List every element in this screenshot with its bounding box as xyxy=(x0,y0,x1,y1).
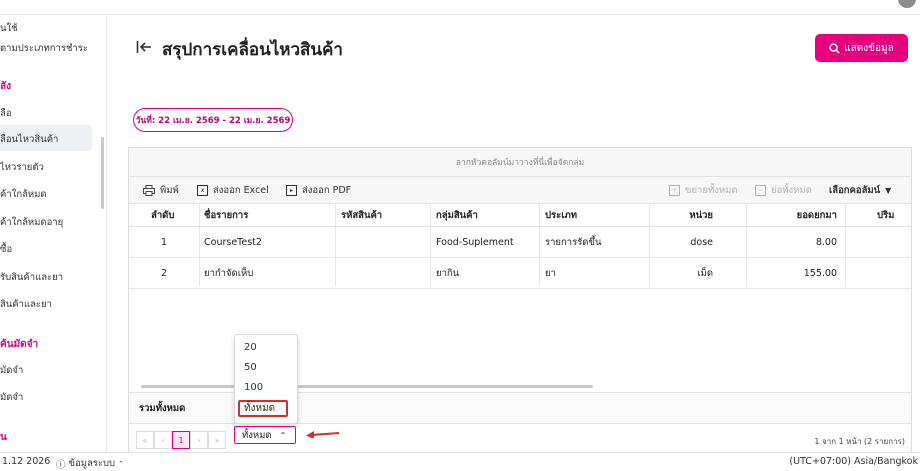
table-row[interactable]: 1 CourseTest2 Food-Suplement รายการรัดขึ… xyxy=(129,227,911,258)
pdf-icon: ▸ xyxy=(286,185,297,196)
version-text: 1.12 2026 xyxy=(2,456,51,467)
page-size-option[interactable]: 20 xyxy=(244,342,257,353)
caret-down-icon: ▼ xyxy=(885,186,892,195)
column-divider xyxy=(845,204,846,286)
export-excel-label: ส่งออก Excel xyxy=(213,185,269,196)
sidebar: นใช้ ตามประเภทการชำระ ลัง ลือ ลื่อนไหวสิ… xyxy=(0,15,107,452)
sidebar-item-active[interactable]: ลื่อนไหวสินค้า xyxy=(0,132,58,147)
system-info-link[interactable]: ⓘ ข้อมูลระบบ ⌃ xyxy=(56,456,124,471)
expand-all-button[interactable]: + ขยายทั้งหมด xyxy=(669,183,738,198)
cell-type: ยา xyxy=(545,267,556,279)
total-label: รวมทั้งหมด xyxy=(139,402,186,414)
expand-all-label: ขยายทั้งหมด xyxy=(685,185,738,196)
print-button[interactable]: พิมพ์ xyxy=(143,183,179,198)
cell-carried: 8.00 xyxy=(815,236,837,248)
sidebar-item[interactable]: สินค้าและยา xyxy=(0,297,52,312)
page-size-option[interactable]: 50 xyxy=(244,362,257,373)
column-header[interactable]: รหัสสินค้า xyxy=(341,204,382,226)
sidebar-item[interactable]: นใช้ xyxy=(0,21,18,36)
page-size-value: ทั้งหมด xyxy=(242,429,272,441)
chevron-up-icon: ⌃ xyxy=(118,459,124,468)
cell-no: 2 xyxy=(160,267,168,279)
column-header[interactable]: ลำดับ xyxy=(151,204,174,226)
export-pdf-label: ส่งออก PDF xyxy=(302,185,352,196)
date-range-filter[interactable]: วันที่: 22 เม.ย. 2569 - 22 เม.ย. 2569 xyxy=(133,108,293,132)
top-bar xyxy=(0,0,920,15)
export-pdf-button[interactable]: ▸ ส่งออก PDF xyxy=(286,183,351,198)
page-size-select[interactable]: ทั้งหมด ⌃ xyxy=(234,426,296,444)
show-data-label: แสดงข้อมูล xyxy=(844,42,894,54)
sidebar-section-title: น xyxy=(0,432,7,443)
page-size-dropdown: 20 50 100 ทั้งหมด xyxy=(234,334,298,424)
column-divider xyxy=(649,204,650,286)
avatar[interactable] xyxy=(898,0,916,8)
cell-group: Food-Suplement xyxy=(436,236,514,248)
page-number-button[interactable]: 1 xyxy=(172,431,190,449)
cell-name: CourseTest2 xyxy=(204,236,262,248)
sidebar-item[interactable]: มัดจำ xyxy=(0,363,23,378)
collapse-all-label: ย่อทั้งหมด xyxy=(771,185,812,196)
system-info-label: ข้อมูลระบบ xyxy=(68,458,116,469)
sidebar-item[interactable]: ซื้อ xyxy=(0,242,12,257)
chevron-up-icon: ⌃ xyxy=(279,430,287,440)
cell-carried: 155.00 xyxy=(803,267,837,279)
status-bar: 1.12 2026 ⓘ ข้อมูลระบบ ⌃ (UTC+07:00) Asi… xyxy=(0,452,920,471)
sidebar-item[interactable]: ลือ xyxy=(0,106,12,121)
timezone-text: (UTC+07:00) Asia/Bangkok xyxy=(789,456,918,467)
search-icon xyxy=(829,42,840,54)
cell-group: ยากิน xyxy=(436,267,460,279)
column-header[interactable]: หน่วย xyxy=(649,204,713,226)
printer-icon xyxy=(143,185,155,196)
column-header[interactable]: กลุ่มสินค้า xyxy=(436,204,478,226)
expand-icon: + xyxy=(669,185,680,196)
sidebar-scrollbar[interactable] xyxy=(101,137,104,209)
column-divider xyxy=(539,204,540,286)
annotation-arrow-icon xyxy=(306,431,340,438)
column-divider xyxy=(746,204,747,286)
column-divider xyxy=(335,204,336,286)
info-icon: ⓘ xyxy=(56,459,66,471)
page-size-option[interactable]: 100 xyxy=(244,382,263,393)
column-header[interactable]: ชื่อรายการ xyxy=(204,204,248,226)
column-divider xyxy=(430,204,431,286)
excel-icon: x xyxy=(197,185,208,196)
prev-page-icon[interactable]: ‹ xyxy=(154,431,172,449)
cell-name: ยากำจัดเห็บ xyxy=(204,267,254,279)
grid-header-row: ลำดับ ชื่อรายการ รหัสสินค้า กลุ่มสินค้า … xyxy=(129,204,911,227)
collapse-left-icon[interactable] xyxy=(136,40,152,58)
page-title: สรุปการเคลื่อนไหวสินค้า xyxy=(162,40,343,60)
cell-unit: dose xyxy=(690,236,713,248)
collapse-all-button[interactable]: − ย่อทั้งหมด xyxy=(755,183,812,198)
print-label: พิมพ์ xyxy=(160,185,179,196)
show-data-button[interactable]: แสดงข้อมูล xyxy=(815,34,908,62)
column-header[interactable]: ยอดยกมา xyxy=(749,204,837,226)
sidebar-item[interactable]: ค้าใกล้หมด xyxy=(0,187,47,202)
page-info: 1 จาก 1 หน้า (2 รายการ) xyxy=(814,437,905,446)
horizontal-scrollbar[interactable] xyxy=(141,385,593,388)
sidebar-section-title: ลัง xyxy=(0,81,12,92)
group-panel[interactable]: ลากหัวคอลัมน์มาวางที่นี่เพื่อจัดกลุ่ม xyxy=(129,148,911,177)
cell-unit: เม็ด xyxy=(697,267,713,279)
choose-columns-label: เลือกคอลัมน์ xyxy=(829,185,881,196)
next-page-icon[interactable]: › xyxy=(190,431,208,449)
export-excel-button[interactable]: x ส่งออก Excel xyxy=(197,183,269,198)
first-page-icon[interactable]: « xyxy=(136,431,154,449)
cell-no: 1 xyxy=(160,236,168,248)
sidebar-section-title: ค้นมัดจำ xyxy=(0,339,39,350)
column-header[interactable]: ปริม xyxy=(877,204,894,226)
sidebar-item[interactable]: รับสินค้าและยา xyxy=(0,270,63,285)
page-size-option-selected[interactable]: ทั้งหมด xyxy=(238,400,288,417)
last-page-icon[interactable]: » xyxy=(208,431,226,449)
sidebar-item[interactable]: มัดจำ xyxy=(0,390,23,405)
sidebar-item[interactable]: ไหวรายตัว xyxy=(0,160,44,175)
collapse-icon: − xyxy=(755,185,766,196)
choose-columns-button[interactable]: เลือกคอลัมน์ ▼ xyxy=(829,183,891,198)
cell-type: รายการรัดขึ้น xyxy=(545,236,602,248)
grid-toolbar: พิมพ์ x ส่งออก Excel ▸ ส่งออก PDF + ขยาย… xyxy=(129,177,911,204)
sidebar-item[interactable]: ค้าใกล้หมดอายุ xyxy=(0,215,63,230)
sidebar-item[interactable]: ตามประเภทการชำระ xyxy=(0,41,88,56)
table-row[interactable]: 2 ยากำจัดเห็บ ยากิน ยา เม็ด 155.00 xyxy=(129,258,911,289)
column-divider xyxy=(199,204,200,286)
column-header[interactable]: ประเภท xyxy=(545,204,577,226)
